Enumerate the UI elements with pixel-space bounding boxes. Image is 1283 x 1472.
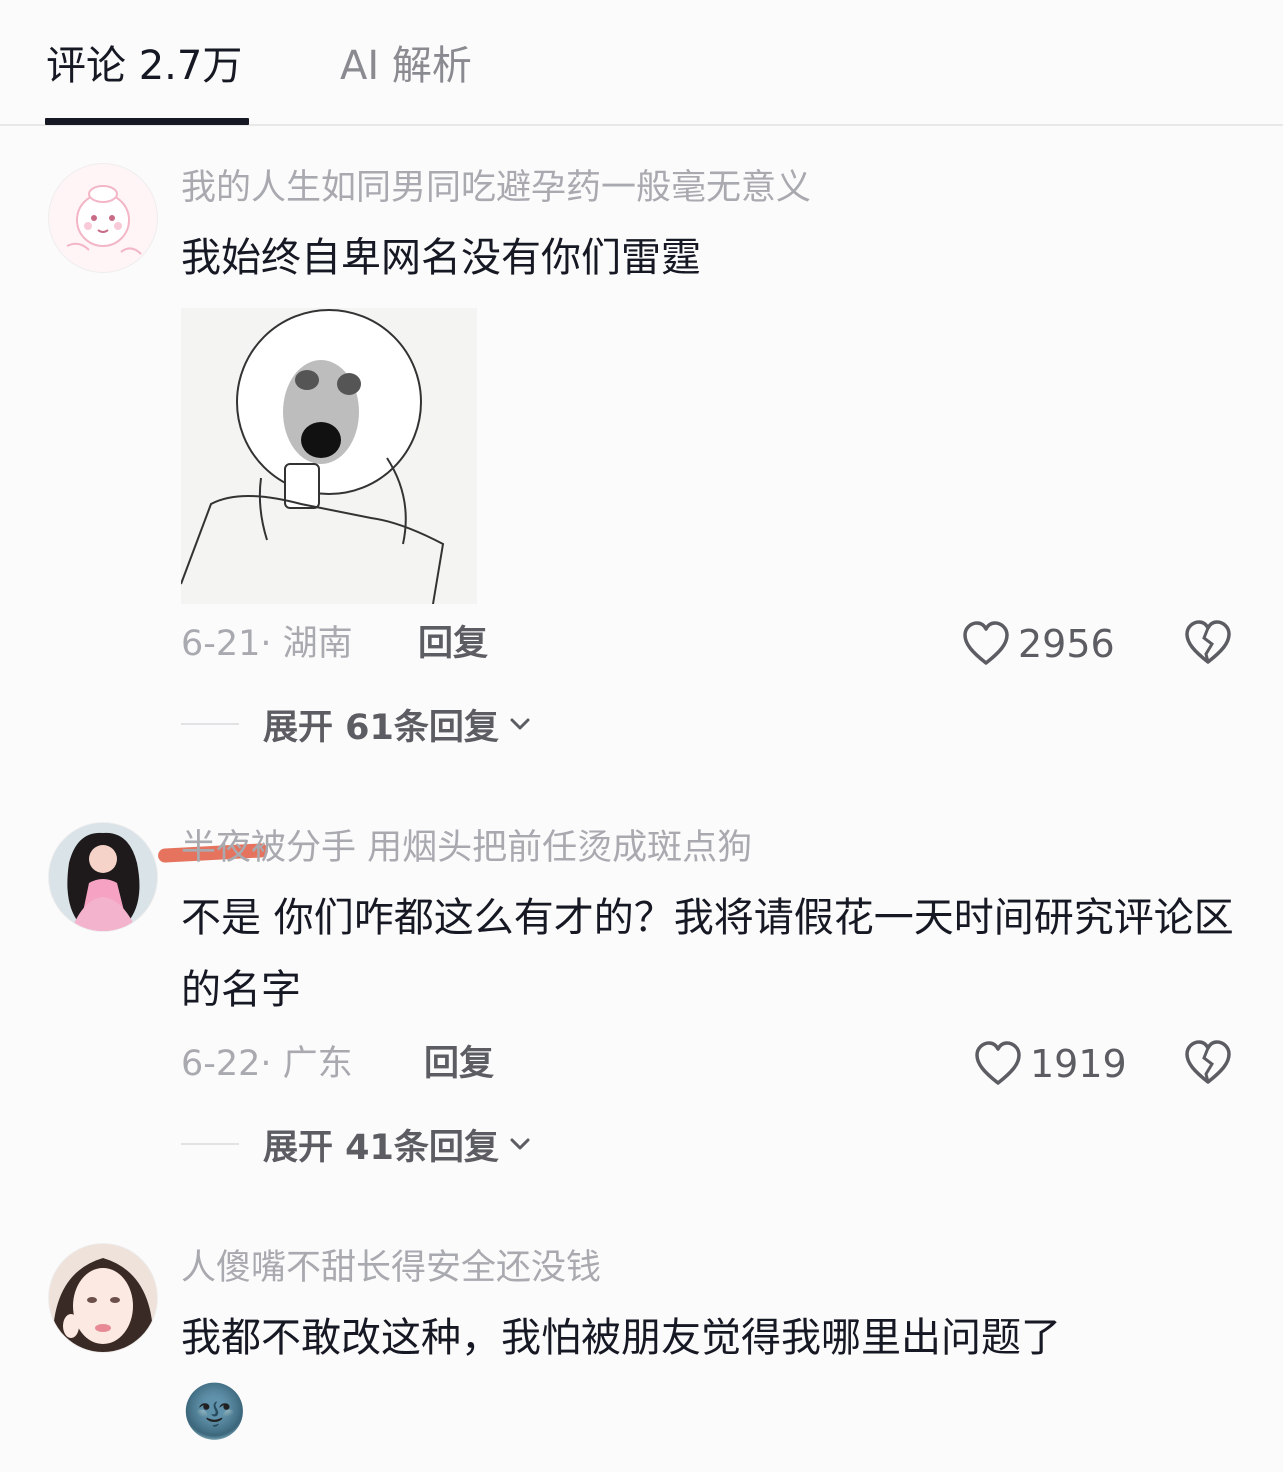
comment-tabs: 评论 2.7万 AI 解析 <box>0 0 1283 126</box>
expand-replies[interactable]: 展开 41条回复 <box>181 1120 531 1168</box>
reply-button[interactable]: 回复 <box>418 620 488 668</box>
expand-replies[interactable]: 展开 61条回复 <box>181 700 531 748</box>
divider-line <box>181 1143 239 1145</box>
avatar[interactable] <box>48 163 158 273</box>
dislike-button[interactable] <box>1184 620 1232 670</box>
like-button[interactable]: 2956 <box>962 618 1115 670</box>
comment-text: 我始终自卑网名没有你们雷霆 <box>181 235 701 281</box>
avatar-princess-icon <box>49 823 157 931</box>
dislike-button[interactable] <box>1184 1040 1232 1090</box>
heart-icon <box>975 1041 1021 1085</box>
broken-heart-icon <box>1185 620 1231 664</box>
comment-image[interactable] <box>180 308 477 605</box>
avatar-cartoon-icon <box>66 185 142 255</box>
tab-ai-analysis[interactable]: AI 解析 <box>340 38 472 94</box>
comment-username[interactable]: 半夜被分手 用烟头把前任烫成斑点狗 <box>181 824 752 872</box>
avatar[interactable] <box>48 822 158 932</box>
avatar-portrait-icon <box>49 1244 157 1352</box>
chevron-down-icon <box>510 1138 530 1150</box>
meme-sticker-icon <box>180 308 477 605</box>
heart-icon <box>963 621 1009 665</box>
avatar[interactable] <box>48 1243 158 1353</box>
broken-heart-icon <box>1185 1040 1231 1084</box>
divider-line <box>181 723 239 725</box>
comment-date-location: 6-22· 广东 <box>181 1044 353 1084</box>
comment-username[interactable]: 我的人生如同男同吃避孕药一般毫无意义 <box>181 164 811 212</box>
expand-replies-label: 展开 41条回复 <box>263 1127 499 1168</box>
like-button[interactable]: 1919 <box>974 1038 1127 1090</box>
tab-comments[interactable]: 评论 2.7万 <box>46 38 242 94</box>
comment-username[interactable]: 人傻嘴不甜长得安全还没钱 <box>181 1244 601 1292</box>
reply-button[interactable]: 回复 <box>424 1040 494 1088</box>
comment-text: 我都不敢改这种，我怕被朋友觉得我哪里出问题了 <box>181 1315 1061 1361</box>
moon-face-emoji: 🌚 <box>182 1382 247 1442</box>
active-tab-indicator <box>45 118 249 125</box>
like-count: 1919 <box>1030 1042 1127 1086</box>
like-count: 2956 <box>1018 622 1115 666</box>
expand-replies-label: 展开 61条回复 <box>263 707 499 748</box>
comment-text: 不是 你们咋都这么有才的？我将请假花一天时间研究评论区的名字 <box>181 895 1234 1013</box>
comment-date-location: 6-21· 湖南 <box>181 624 353 664</box>
chevron-down-icon <box>510 718 530 730</box>
